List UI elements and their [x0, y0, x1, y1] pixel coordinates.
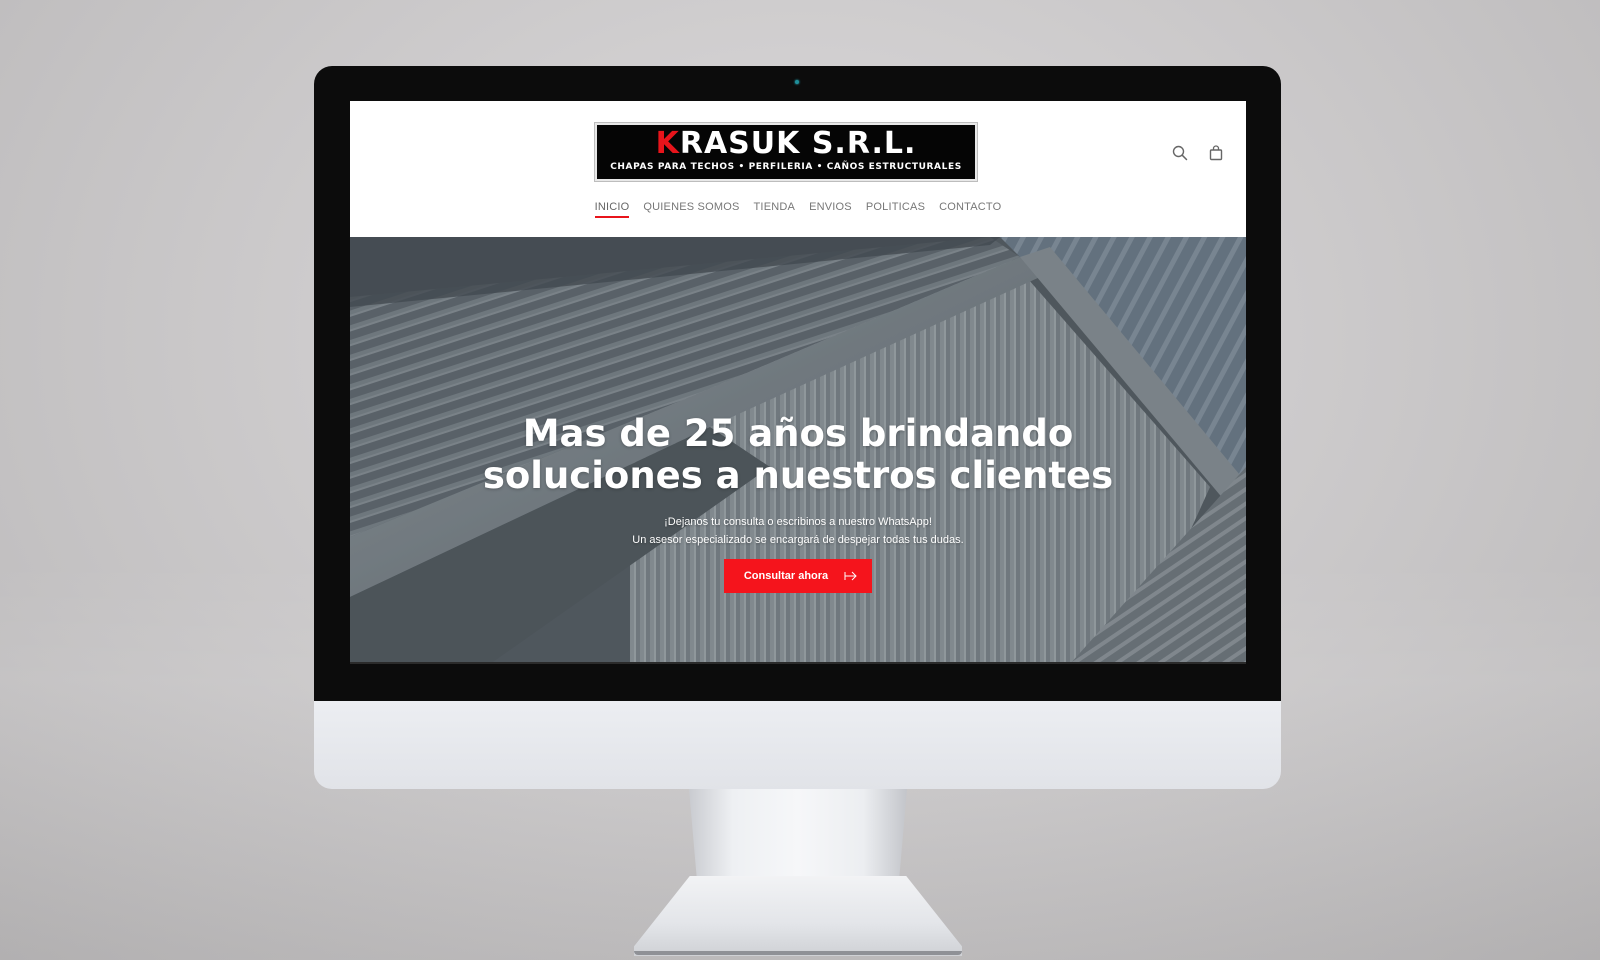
- website-screen: KRASUK S.R.L. CHAPAS PARA TECHOS • PERFI…: [350, 101, 1246, 664]
- hero-section: Mas de 25 años brindando soluciones a nu…: [350, 237, 1246, 664]
- nav-item-contacto[interactable]: CONTACTO: [939, 201, 1001, 218]
- consultar-ahora-button[interactable]: Consultar ahora: [723, 559, 873, 593]
- arrow-right-icon: [844, 571, 857, 581]
- cta-label: Consultar ahora: [743, 570, 829, 582]
- main-nav: INICIO QUIENES SOMOS TIENDA ENVIOS POLIT…: [350, 201, 1246, 218]
- hero-subtitle: ¡Dejanos tu consulta o escribinos a nues…: [350, 513, 1246, 549]
- camera-dot: [795, 80, 799, 84]
- nav-item-inicio[interactable]: INICIO: [594, 201, 630, 218]
- hero-subtitle-line1: ¡Dejanos tu consulta o escribinos a nues…: [664, 516, 932, 528]
- hero-title: Mas de 25 años brindando soluciones a nu…: [482, 412, 1114, 497]
- monitor-chin: [314, 701, 1281, 789]
- nav-item-envios[interactable]: ENVIOS: [809, 201, 852, 218]
- monitor-stand-foot: [634, 876, 962, 956]
- monitor-stand-neck: [689, 789, 907, 889]
- nav-item-quienes-somos[interactable]: QUIENES SOMOS: [643, 201, 739, 218]
- screen-bottom-edge: [350, 662, 1246, 664]
- logo-title-k: K: [655, 126, 680, 161]
- hero-subtitle-line2: Un asesor especializado se encargará de …: [632, 534, 964, 546]
- logo-title: KRASUK S.R.L.: [597, 129, 975, 159]
- nav-item-politicas[interactable]: POLITICAS: [866, 201, 925, 218]
- header-icons: [1170, 143, 1226, 163]
- logo-subtitle: CHAPAS PARA TECHOS • PERFILERIA • CAÑOS …: [610, 162, 962, 172]
- site-logo[interactable]: KRASUK S.R.L. CHAPAS PARA TECHOS • PERFI…: [594, 122, 978, 182]
- hero-content: Mas de 25 años brindando soluciones a nu…: [350, 413, 1246, 593]
- imac-monitor: KRASUK S.R.L. CHAPAS PARA TECHOS • PERFI…: [314, 66, 1281, 956]
- search-icon[interactable]: [1170, 143, 1190, 163]
- logo-title-rest: RASUK S.R.L.: [679, 126, 917, 161]
- shopping-bag-icon[interactable]: [1206, 143, 1226, 163]
- monitor-stand-edge: [634, 951, 962, 955]
- site-header: KRASUK S.R.L. CHAPAS PARA TECHOS • PERFI…: [350, 101, 1246, 237]
- nav-item-tienda[interactable]: TIENDA: [754, 201, 796, 218]
- monitor-bezel: KRASUK S.R.L. CHAPAS PARA TECHOS • PERFI…: [314, 66, 1281, 701]
